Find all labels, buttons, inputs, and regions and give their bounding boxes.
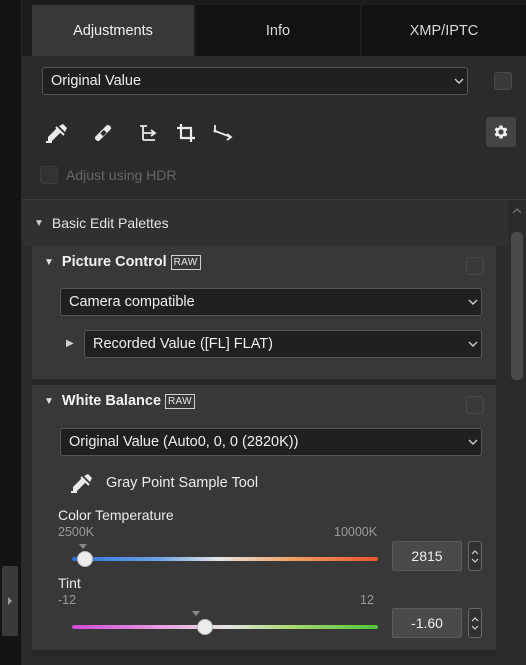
straighten-icon[interactable] xyxy=(136,120,160,146)
chevron-down-icon xyxy=(465,429,481,455)
perspective-icon[interactable] xyxy=(210,120,238,146)
chevron-down-icon xyxy=(471,558,479,563)
color-temperature-stepper[interactable] xyxy=(468,541,482,571)
tint-slider[interactable] xyxy=(72,625,378,629)
color-temperature-min-label: 2500K xyxy=(58,525,95,539)
tab-bar: Adjustments Info XMP/IPTC xyxy=(22,0,526,56)
color-temperature-value: 2815 xyxy=(411,548,443,564)
white-balance-header[interactable]: ▼ White Balance RAW xyxy=(44,393,195,409)
raw-badge: RAW xyxy=(170,254,201,270)
preset-dropdown[interactable]: Original Value xyxy=(42,67,468,95)
collapse-triangle-icon: ▼ xyxy=(44,256,54,268)
picture-control-mode-dropdown[interactable]: Camera compatible xyxy=(60,288,482,316)
tab-info[interactable]: Info xyxy=(196,5,360,56)
tint-value: -1.60 xyxy=(411,615,443,631)
expand-triangle-icon[interactable]: ▶ xyxy=(66,338,74,349)
scrollbar[interactable] xyxy=(508,200,526,665)
left-strip xyxy=(0,0,22,665)
color-temperature-input[interactable]: 2815 xyxy=(392,541,462,571)
scroll-up-icon[interactable] xyxy=(508,204,526,218)
chevron-up-icon xyxy=(471,616,479,621)
adjust-hdr-checkbox[interactable] xyxy=(40,166,58,184)
gray-point-tool[interactable]: Gray Point Sample Tool xyxy=(70,472,258,494)
next-section-header xyxy=(32,650,496,665)
gear-icon xyxy=(494,125,508,139)
preset-checkbox[interactable] xyxy=(494,72,512,90)
raw-badge: RAW xyxy=(165,393,195,409)
adjust-hdr-row: Adjust using HDR xyxy=(40,166,177,184)
tint-input[interactable]: -1.60 xyxy=(392,608,462,638)
preset-dropdown-value: Original Value xyxy=(51,73,142,89)
settings-button[interactable] xyxy=(486,117,516,147)
tint-slider-thumb[interactable] xyxy=(196,619,213,635)
eyedropper-icon[interactable] xyxy=(44,120,70,146)
white-balance-mode-value: Original Value (Auto0, 0, 0 (2820K)) xyxy=(69,434,299,450)
chevron-down-icon xyxy=(465,331,481,357)
basic-edit-palettes-label: Basic Edit Palettes xyxy=(51,215,169,231)
picture-control-mode-value: Camera compatible xyxy=(69,294,195,310)
eyedropper-icon xyxy=(71,474,92,493)
chevron-down-icon xyxy=(451,68,467,94)
white-balance-mode-dropdown[interactable]: Original Value (Auto0, 0, 0 (2820K)) xyxy=(60,428,482,456)
collapse-panel-handle[interactable] xyxy=(2,566,18,636)
white-balance-title: White Balance xyxy=(61,393,162,409)
adjust-hdr-label: Adjust using HDR xyxy=(66,167,177,183)
picture-control-title: Picture Control xyxy=(61,254,167,270)
white-balance-section: ▼ White Balance RAW Original Value (Auto… xyxy=(32,385,496,650)
recorded-value-text: Recorded Value ([FL] FLAT) xyxy=(93,336,273,352)
chevron-down-icon xyxy=(471,625,479,630)
picture-control-section: ▼ Picture Control RAW Camera compatible … xyxy=(32,246,496,379)
picture-control-checkbox[interactable] xyxy=(466,257,484,275)
tint-stepper[interactable] xyxy=(468,608,482,638)
chevron-up-icon xyxy=(471,549,479,554)
color-temperature-max-label: 10000K xyxy=(334,525,378,539)
chevron-right-icon xyxy=(8,597,12,605)
gray-point-tool-label: Gray Point Sample Tool xyxy=(106,475,259,491)
tint-max-label: 12 xyxy=(360,593,374,607)
tab-label: Info xyxy=(265,22,291,39)
default-marker xyxy=(192,611,200,616)
tint-label: Tint xyxy=(58,575,81,591)
adjustments-panel: Adjustments Info XMP/IPTC Original Value xyxy=(22,0,526,665)
tint-min-label: -12 xyxy=(58,593,77,607)
chevron-down-icon xyxy=(465,289,481,315)
collapse-triangle-icon: ▼ xyxy=(44,395,54,407)
white-balance-checkbox[interactable] xyxy=(466,396,484,414)
tab-label: XMP/IPTC xyxy=(409,22,479,39)
collapse-triangle-icon: ▼ xyxy=(34,217,44,229)
tab-xmp-iptc[interactable]: XMP/IPTC xyxy=(362,5,526,56)
color-temperature-label: Color Temperature xyxy=(58,507,174,523)
picture-control-header[interactable]: ▼ Picture Control RAW xyxy=(44,254,201,270)
default-marker xyxy=(79,544,87,549)
crop-icon[interactable] xyxy=(174,120,198,146)
tab-label: Adjustments xyxy=(73,22,153,39)
bandage-icon[interactable] xyxy=(92,120,116,146)
scrollbar-thumb[interactable] xyxy=(511,232,523,380)
basic-edit-palettes-header[interactable]: ▼ Basic Edit Palettes xyxy=(22,200,526,246)
color-temperature-slider[interactable] xyxy=(72,557,378,561)
color-temperature-slider-thumb[interactable] xyxy=(76,551,93,567)
tab-adjustments[interactable]: Adjustments xyxy=(32,5,194,56)
recorded-value-dropdown[interactable]: Recorded Value ([FL] FLAT) xyxy=(84,330,482,358)
